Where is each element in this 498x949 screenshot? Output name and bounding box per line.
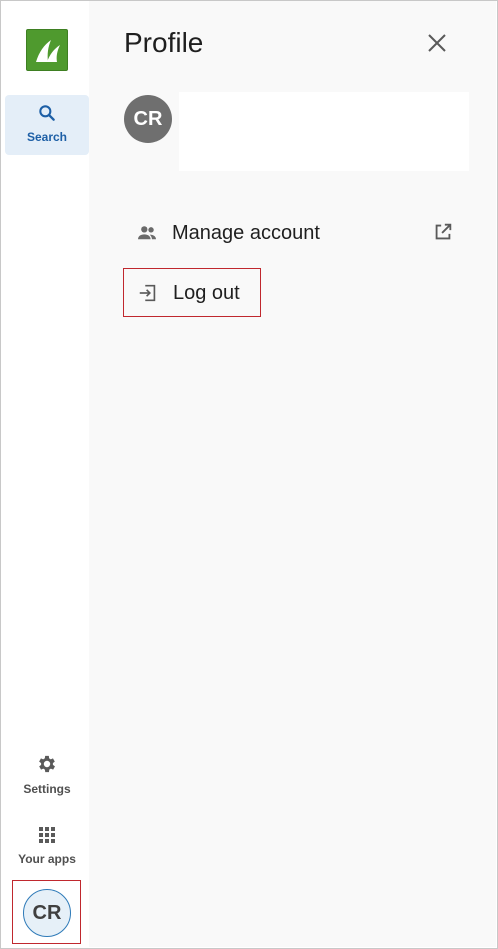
close-icon bbox=[425, 34, 449, 59]
gear-icon bbox=[36, 753, 58, 778]
search-icon bbox=[37, 103, 57, 126]
page-title: Profile bbox=[124, 27, 204, 58]
user-info-card bbox=[179, 92, 469, 171]
logout-highlight: Log out bbox=[123, 268, 261, 317]
nav-your-apps-label: Your apps bbox=[18, 852, 76, 866]
manage-account-label: Manage account bbox=[172, 221, 320, 244]
profile-panel: Profile CR Manage account Log out bbox=[89, 1, 496, 947]
logout-button[interactable]: Log out bbox=[137, 280, 240, 306]
close-button[interactable] bbox=[425, 31, 449, 55]
shark-fin-logo-icon[interactable] bbox=[26, 29, 68, 71]
manage-account-link[interactable]: Manage account bbox=[136, 219, 456, 247]
nav-settings-label: Settings bbox=[23, 782, 71, 796]
nav-settings[interactable]: Settings bbox=[5, 753, 89, 796]
logout-label: Log out bbox=[173, 281, 240, 304]
grid-icon bbox=[37, 825, 57, 848]
profile-avatar-button[interactable]: CR bbox=[12, 880, 81, 944]
profile-avatar: CR bbox=[124, 95, 172, 143]
people-icon bbox=[136, 222, 158, 244]
left-nav-rail: Search Settings Your apps CR bbox=[1, 1, 89, 947]
logout-icon bbox=[137, 282, 159, 304]
external-link-icon bbox=[432, 221, 454, 249]
nav-search[interactable]: Search bbox=[5, 95, 89, 155]
avatar: CR bbox=[23, 889, 71, 937]
nav-search-label: Search bbox=[26, 130, 68, 144]
nav-your-apps[interactable]: Your apps bbox=[5, 825, 89, 866]
